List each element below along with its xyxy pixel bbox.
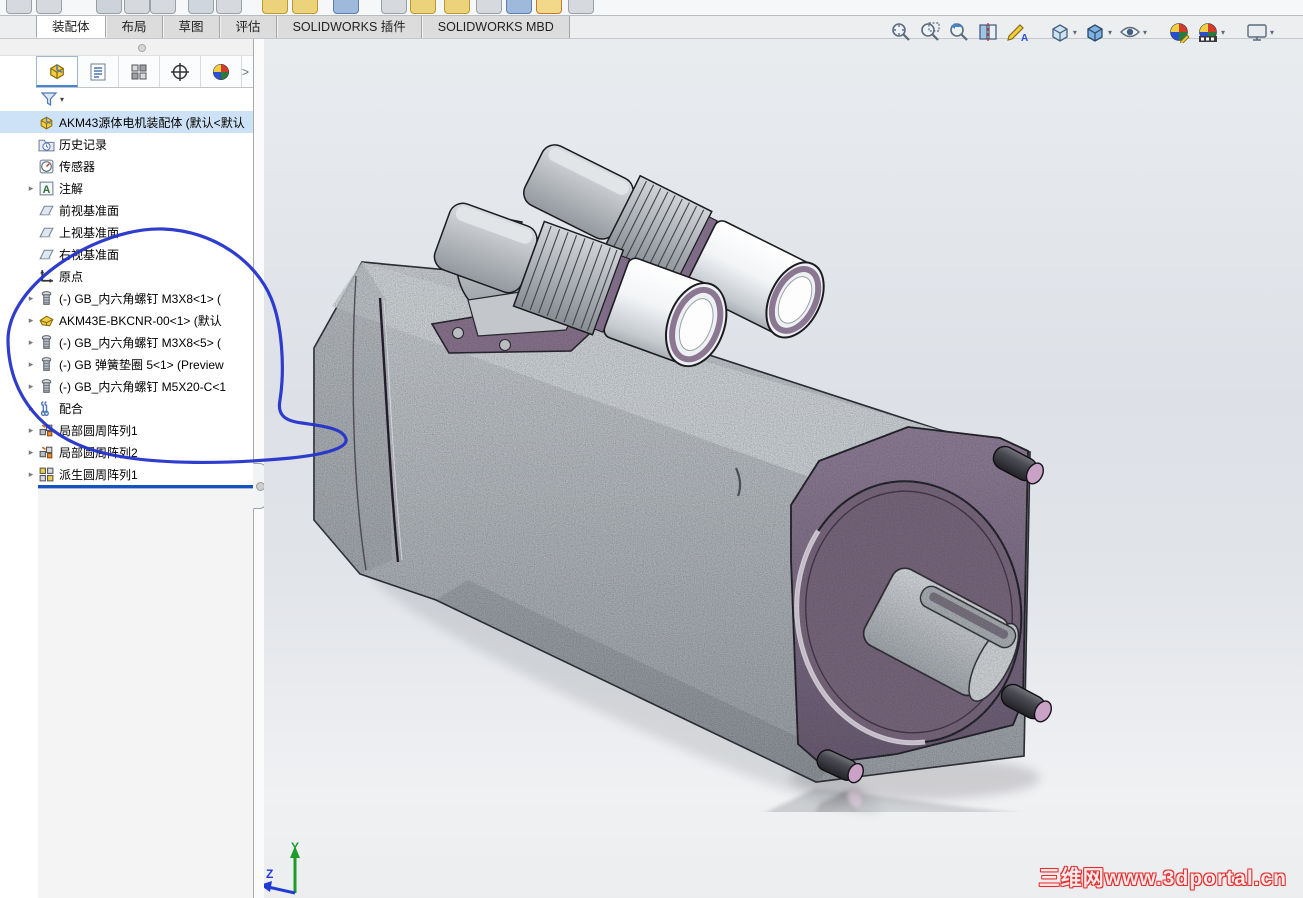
tree-row-screw-m5x20[interactable]: ▸ (-) GB_内六角螺钉 M5X20-C<1 xyxy=(0,375,253,397)
screw-icon xyxy=(38,290,55,307)
featuremanager-tree-tab[interactable] xyxy=(36,56,78,87)
screw-icon xyxy=(38,356,55,373)
graphics-viewport[interactable]: Y Z 三维网www.3dportal.cn xyxy=(264,39,1303,898)
part-icon xyxy=(38,312,55,329)
motor-assembly-model: Y Z xyxy=(264,39,1303,898)
tab-evaluate[interactable]: 评估 xyxy=(219,16,277,38)
hide-show-items-icon xyxy=(1119,26,1140,38)
previous-view-icon xyxy=(948,21,970,43)
screw-icon xyxy=(38,334,55,351)
derived-pattern-icon xyxy=(38,466,55,483)
displaymanager-icon xyxy=(211,62,231,82)
display-style-button[interactable]: ▾ xyxy=(1083,20,1113,44)
tree-row-history[interactable]: 历史记录 xyxy=(0,133,253,155)
view-settings-icon xyxy=(1247,24,1267,41)
edit-appearance-button[interactable] xyxy=(1167,20,1191,44)
zoom-to-fit-icon xyxy=(890,21,912,43)
apply-scene-icon xyxy=(1198,21,1217,42)
panel-tab-bar: > xyxy=(36,56,253,88)
hide-show-items-button[interactable]: ▾ xyxy=(1118,20,1148,44)
tree-row-screw-m3x8-5[interactable]: ▸ (-) GB_内六角螺钉 M3X8<5> ( xyxy=(0,331,253,353)
section-view-button[interactable] xyxy=(976,20,1000,44)
watermark-text: 三维网www.3dportal.cn xyxy=(1038,867,1287,890)
tree-row-sensors[interactable]: 传感器 xyxy=(0,155,253,177)
screw-icon xyxy=(38,378,55,395)
tree-empty-area xyxy=(38,489,253,898)
tab-assembly[interactable]: 装配体 xyxy=(36,16,106,38)
view-settings-button[interactable]: ▾ xyxy=(1245,20,1275,44)
featuremanager-panel: > ▾ AKM43源体电机装配体 (默认<默认 历史记录 传感器 ▸ 注解 前视基… xyxy=(0,56,253,898)
circular-pattern-icon xyxy=(38,422,55,439)
configurationmanager-tab[interactable] xyxy=(119,56,160,87)
panel-top-strip xyxy=(0,39,253,56)
assembly-tree-icon xyxy=(47,61,67,81)
tree-row-local-pattern-2[interactable]: ▸ 局部圆周阵列2 xyxy=(0,441,253,463)
section-view-icon xyxy=(979,23,997,41)
main-toolbar-clipped xyxy=(0,0,1303,16)
dimxpertmanager-tab[interactable] xyxy=(160,56,201,87)
propertymanager-icon xyxy=(88,62,108,82)
assembly-icon xyxy=(38,114,55,131)
zoom-to-area-icon xyxy=(919,22,940,43)
configurationmanager-icon xyxy=(129,62,149,82)
solidworks-window: { "app": "SolidWorks", "command_tabs": {… xyxy=(0,0,1303,898)
origin-icon xyxy=(38,268,55,285)
feature-tree: AKM43源体电机装配体 (默认<默认 历史记录 传感器 ▸ 注解 前视基准面 上… xyxy=(0,111,253,485)
tab-solidworks-mbd[interactable]: SOLIDWORKS MBD xyxy=(421,16,570,38)
annotations-icon xyxy=(38,180,55,197)
tree-row-screw-m3x8-1[interactable]: ▸ (-) GB_内六角螺钉 M3X8<1> ( xyxy=(0,287,253,309)
filter-dropdown-arrow[interactable]: ▾ xyxy=(60,95,64,104)
circular-pattern-icon xyxy=(38,444,55,461)
mates-paperclip-icon xyxy=(38,400,55,417)
zoom-to-fit-button[interactable] xyxy=(889,20,913,44)
apply-scene-button[interactable]: ▾ xyxy=(1196,20,1226,44)
plane-icon xyxy=(38,202,55,219)
view-orientation-icon xyxy=(1052,24,1068,42)
sensor-icon xyxy=(38,158,55,175)
tree-row-mates[interactable]: ▸ 配合 xyxy=(0,397,253,419)
tree-row-front-plane[interactable]: 前视基准面 xyxy=(0,199,253,221)
orientation-triad: Y Z xyxy=(264,840,300,895)
dimxpertmanager-icon xyxy=(170,62,190,82)
tree-row-right-plane[interactable]: 右视基准面 xyxy=(0,243,253,265)
tree-row-akm43e-part[interactable]: ▸ AKM43E-BKCNR-00<1> (默认 xyxy=(0,309,253,331)
history-folder-icon xyxy=(38,136,55,153)
tree-row-origin[interactable]: 原点 xyxy=(0,265,253,287)
tree-row-derived-pattern-1[interactable]: ▸ 派生圆周阵列1 xyxy=(0,463,253,485)
tab-sketch[interactable]: 草图 xyxy=(162,16,220,38)
filter-funnel-icon[interactable] xyxy=(40,90,58,108)
tree-row-spring-washer[interactable]: ▸ (-) GB 弹簧垫圈 5<1> (Preview xyxy=(0,353,253,375)
tree-row-top-plane[interactable]: 上视基准面 xyxy=(0,221,253,243)
display-style-icon xyxy=(1087,24,1103,42)
plane-icon xyxy=(38,246,55,263)
tree-row-annotations[interactable]: ▸ 注解 xyxy=(0,177,253,199)
zoom-to-area-button[interactable] xyxy=(918,20,942,44)
displaymanager-tab[interactable] xyxy=(201,56,242,87)
view-orientation-button[interactable]: ▾ xyxy=(1048,20,1078,44)
view-annotations-icon: A xyxy=(1007,24,1028,43)
previous-view-button[interactable] xyxy=(947,20,971,44)
panel-resize-dot[interactable] xyxy=(138,44,146,52)
headsup-view-toolbar: A ▾ ▾ ▾ ▾ ▾ xyxy=(889,19,1275,45)
edit-appearance-icon xyxy=(1168,21,1190,43)
tree-row-local-pattern-1[interactable]: ▸ 局部圆周阵列1 xyxy=(0,419,253,441)
tab-layout[interactable]: 布局 xyxy=(105,16,163,38)
tree-filter-row: ▾ xyxy=(36,88,253,110)
panel-tab-overflow[interactable]: > xyxy=(242,56,253,87)
svg-text:A: A xyxy=(1021,33,1028,43)
view-annotations-button[interactable]: A xyxy=(1005,20,1029,44)
triad-z-label: Z xyxy=(266,867,273,881)
tree-row-root[interactable]: AKM43源体电机装配体 (默认<默认 xyxy=(0,111,253,133)
triad-y-label: Y xyxy=(291,840,299,854)
tab-solidworks-addins[interactable]: SOLIDWORKS 插件 xyxy=(276,16,422,38)
plane-icon xyxy=(38,224,55,241)
propertymanager-tab[interactable] xyxy=(78,56,119,87)
